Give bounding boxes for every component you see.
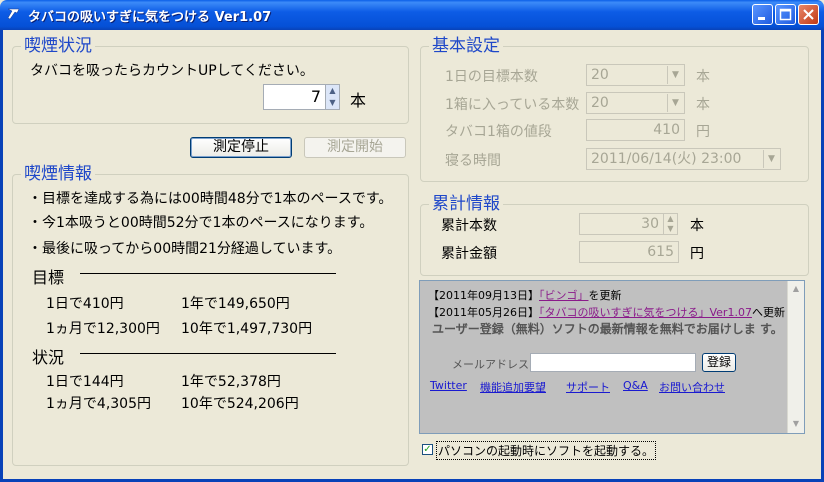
cumulative-count-unit: 本 xyxy=(690,218,704,234)
target-per-day: 1日で410円 xyxy=(46,296,124,312)
per-box-value: 20 xyxy=(591,95,609,111)
scroll-down-icon[interactable]: ▼ xyxy=(789,417,803,431)
target-divider xyxy=(80,273,336,274)
cumulative-count-label: 累計本数 xyxy=(441,218,497,234)
smoking-status-group: 喫煙状況 xyxy=(12,36,409,124)
daily-target-select[interactable]: 20 ▼ xyxy=(586,64,685,86)
target-per-month: 1ヵ月で12,300円 xyxy=(46,321,160,337)
email-input[interactable] xyxy=(530,353,696,372)
stop-measure-button[interactable]: 測定停止 xyxy=(190,137,292,158)
spin-down-icon[interactable]: ▼ xyxy=(326,97,339,109)
startup-checkbox[interactable]: ✓ xyxy=(422,444,433,455)
target-per-decade: 10年で1,497,730円 xyxy=(181,321,313,337)
spin-up-icon: ▲ xyxy=(667,214,674,223)
status-divider xyxy=(80,353,336,354)
faq-link[interactable]: Q&A xyxy=(623,379,648,392)
support-link[interactable]: サポート xyxy=(566,379,610,395)
status-heading: 状況 xyxy=(32,348,65,367)
startup-label[interactable]: パソコンの起動時にソフトを起動する。 xyxy=(436,441,657,460)
box-price-label: タバコ1箱の値段 xyxy=(445,124,552,140)
daily-target-value: 20 xyxy=(591,67,609,83)
maximize-button[interactable] xyxy=(775,4,796,25)
checkmark-icon: ✓ xyxy=(423,444,432,455)
start-measure-button[interactable]: 測定開始 xyxy=(304,137,406,158)
status-per-year: 1年で52,378円 xyxy=(181,374,281,390)
count-prompt: タバコを吸ったらカウントUPしてください。 xyxy=(30,63,314,79)
register-button[interactable]: 登録 xyxy=(702,353,736,372)
spin-down-icon: ▼ xyxy=(667,224,674,233)
chevron-down-icon[interactable]: ▼ xyxy=(667,94,683,112)
news-item-2-suffix: へ更新 xyxy=(751,306,785,319)
window-frame-left xyxy=(0,30,3,482)
maximize-icon xyxy=(779,8,792,21)
cigarette-count-input[interactable]: 7 xyxy=(263,84,326,110)
cumulative-amount-label: 累計金額 xyxy=(441,246,497,262)
news-item-2: 【2011年05月26日】「タバコの吸いすぎに気をつける」Ver1.07へ更新 xyxy=(428,304,785,320)
bedtime-picker[interactable]: 2011/06/14(火) 23:00 ▼ xyxy=(586,148,781,170)
cumulative-title: 累計情報 xyxy=(429,194,503,214)
news-item-1-link[interactable]: 「ビンゴ」 xyxy=(539,289,589,302)
basic-settings-title: 基本設定 xyxy=(429,36,503,56)
news-item-1-suffix: を更新 xyxy=(588,289,622,302)
spin-up-icon[interactable]: ▲ xyxy=(326,85,339,97)
cumulative-amount-unit: 円 xyxy=(690,246,704,262)
count-unit: 本 xyxy=(350,91,367,110)
bedtime-value: 2011/06/14(火) 23:00 xyxy=(591,151,742,167)
target-per-year: 1年で149,650円 xyxy=(181,296,290,312)
box-price-unit: 円 xyxy=(696,124,710,140)
register-message: ユーザー登録（無料）ソフトの最新情報を無料でお届けしま す。 xyxy=(432,322,783,336)
target-heading: 目標 xyxy=(32,268,65,287)
bedtime-label: 寝る時間 xyxy=(445,153,501,169)
info-line-elapsed: ・最後に吸ってから00時間21分経過しています。 xyxy=(28,241,342,257)
per-box-label: 1箱に入っている本数 xyxy=(445,97,580,113)
status-per-day: 1日で144円 xyxy=(46,374,124,390)
cumulative-count-input: 30 xyxy=(579,213,664,235)
smoking-status-title: 喫煙状況 xyxy=(21,36,95,56)
news-item-1: 【2011年09月13日】「ビンゴ」を更新 xyxy=(428,287,622,303)
news-item-2-link[interactable]: 「タバコの吸いすぎに気をつける」Ver1.07 xyxy=(539,306,752,319)
news-panel[interactable]: 【2011年09月13日】「ビンゴ」を更新 【2011年05月26日】「タバコの… xyxy=(419,280,805,434)
chevron-down-icon[interactable]: ▼ xyxy=(763,150,779,168)
minimize-button[interactable] xyxy=(752,4,773,25)
close-button[interactable] xyxy=(798,4,819,25)
close-icon xyxy=(803,9,814,20)
smoking-info-title: 喫煙情報 xyxy=(21,164,95,184)
minimize-icon xyxy=(758,17,765,20)
scroll-up-icon[interactable]: ▲ xyxy=(789,282,803,296)
email-label: メールアドレス: xyxy=(452,358,533,371)
cigarette-count-spinner[interactable]: ▲ ▼ xyxy=(325,84,340,110)
feature-request-link[interactable]: 機能追加要望 xyxy=(480,379,546,395)
cumulative-count-spinner: ▲ ▼ xyxy=(663,213,678,235)
window-title: タバコの吸いすぎに気をつける Ver1.07 xyxy=(28,10,272,25)
title-bar[interactable]: タバコの吸いすぎに気をつける Ver1.07 xyxy=(0,0,824,30)
box-price-input[interactable]: 410 xyxy=(586,119,685,141)
status-per-decade: 10年で524,206円 xyxy=(181,396,299,412)
cumulative-amount-input: 615 xyxy=(579,241,679,263)
info-line-pace-target: ・目標を達成する為には00時間48分で1本のペースです。 xyxy=(28,191,393,207)
chevron-down-icon[interactable]: ▼ xyxy=(667,66,683,84)
app-icon xyxy=(7,8,20,20)
status-per-month: 1ヵ月で4,305円 xyxy=(46,396,151,412)
daily-target-unit: 本 xyxy=(696,69,710,85)
news-item-2-date: 【2011年05月26日】 xyxy=(428,306,539,319)
contact-link[interactable]: お問い合わせ xyxy=(659,379,725,395)
twitter-link[interactable]: Twitter xyxy=(430,379,467,392)
info-line-pace-now: ・今1本吸うと00時間52分で1本のペースになります。 xyxy=(28,215,374,231)
per-box-select[interactable]: 20 ▼ xyxy=(586,92,685,114)
daily-target-label: 1日の目標本数 xyxy=(445,69,538,85)
news-scrollbar[interactable]: ▲ ▼ xyxy=(787,281,804,433)
per-box-unit: 本 xyxy=(696,97,710,113)
news-item-1-date: 【2011年09月13日】 xyxy=(428,289,539,302)
